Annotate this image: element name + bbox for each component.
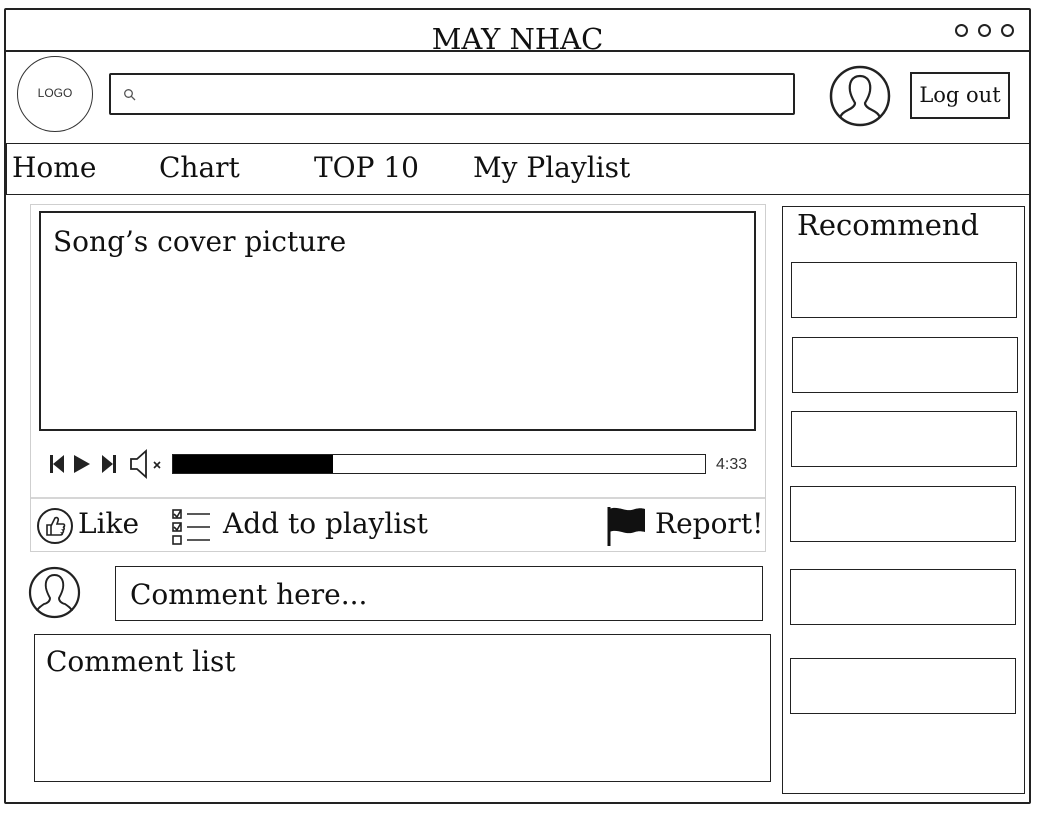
recommend-item[interactable]: [790, 486, 1016, 542]
user-avatar-icon[interactable]: [829, 65, 891, 127]
logo[interactable]: LOGO: [17, 56, 93, 132]
nav-item-top10[interactable]: TOP 10: [314, 149, 419, 187]
logout-button[interactable]: Log out: [910, 72, 1010, 119]
cover-label: Song’s cover picture: [53, 225, 347, 258]
mute-icon[interactable]: [128, 448, 164, 480]
recommend-item[interactable]: [790, 569, 1016, 625]
window-button-1[interactable]: [955, 24, 968, 37]
comment-input[interactable]: [128, 575, 752, 613]
thumbs-up-icon[interactable]: [36, 507, 74, 545]
comment-list-label: Comment list: [46, 645, 236, 678]
search-bar[interactable]: [109, 73, 795, 115]
like-button[interactable]: Like: [78, 506, 139, 542]
comment-box[interactable]: [115, 566, 763, 621]
progress-bar[interactable]: [172, 454, 706, 474]
title-bar: MAY NHAC: [6, 10, 1029, 56]
flag-icon[interactable]: [605, 504, 647, 548]
nav-item-home[interactable]: Home: [12, 149, 96, 187]
window-title: MAY NHAC: [431, 22, 604, 56]
window-button-3[interactable]: [1001, 24, 1014, 37]
duration-text: 4:33: [716, 456, 748, 473]
nav-item-my-playlist[interactable]: My Playlist: [473, 149, 630, 187]
search-input[interactable]: [141, 81, 785, 111]
play-icon[interactable]: [71, 448, 93, 480]
recommend-item[interactable]: [792, 337, 1018, 393]
window-button-2[interactable]: [978, 24, 991, 37]
checklist-icon[interactable]: [170, 507, 212, 547]
recommend-title: Recommend: [797, 208, 980, 242]
previous-icon[interactable]: [48, 448, 68, 480]
progress-fill: [173, 455, 333, 473]
nav-item-chart[interactable]: Chart: [159, 149, 240, 187]
next-icon[interactable]: [99, 448, 119, 480]
recommend-item[interactable]: [790, 658, 1016, 714]
comment-avatar-icon: [28, 566, 81, 619]
recommend-item[interactable]: [791, 262, 1017, 318]
add-to-playlist-button[interactable]: Add to playlist: [223, 506, 428, 542]
search-icon: [124, 89, 136, 101]
player-divider: [31, 497, 765, 499]
recommend-item[interactable]: [791, 411, 1017, 467]
report-button[interactable]: Report!: [655, 506, 763, 542]
